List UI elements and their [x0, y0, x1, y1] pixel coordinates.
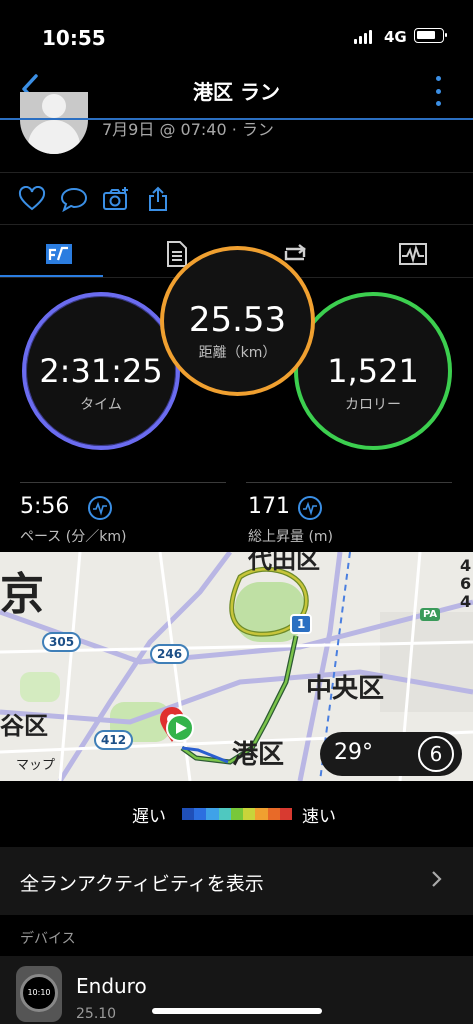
- device-version: 25.10: [76, 1006, 117, 1022]
- legend-slow-label: 遅い: [132, 807, 166, 827]
- parking-area-badge: PA: [420, 608, 441, 621]
- map-label-chiyoda: 代田区: [248, 552, 320, 574]
- avatar-body: [28, 120, 80, 154]
- legend-color-segment: [206, 808, 219, 820]
- distance-label: 距離（km）: [198, 345, 277, 361]
- share-icon: [149, 186, 167, 211]
- time-circle: 2:31:25 タイム: [22, 292, 180, 450]
- distance-value: 25.53: [188, 300, 287, 340]
- calories-value: 1,521: [327, 352, 419, 390]
- pace-label: ペース (分／km): [20, 529, 127, 545]
- legend-color-segment: [243, 808, 256, 820]
- legend-fast-label: 速い: [302, 807, 336, 827]
- route-shield-305: 305: [42, 632, 82, 652]
- tab-charts[interactable]: [354, 234, 472, 274]
- device-name: Enduro: [76, 974, 147, 998]
- avatar[interactable]: [20, 92, 88, 154]
- elevation-chart-icon[interactable]: [298, 496, 322, 520]
- chart-tab-icon: [399, 243, 427, 265]
- share-button[interactable]: [146, 186, 174, 212]
- route-shield-246: 246: [150, 644, 190, 664]
- map-edge-digit: 4: [460, 556, 472, 575]
- comment-icon: [60, 187, 88, 213]
- distance-circle: 25.53 距離（km）: [160, 246, 315, 396]
- details-tab-icon: [167, 241, 187, 267]
- more-menu-button[interactable]: [428, 76, 448, 106]
- map-label-shibuya: 谷区: [0, 712, 48, 740]
- route-shield-412: 412: [94, 730, 134, 750]
- weather-badge: 29° 6: [320, 732, 462, 776]
- legend-color-segment: [267, 808, 280, 820]
- apple-maps-attribution: マップ: [16, 758, 56, 773]
- tab-summary[interactable]: [0, 234, 118, 274]
- legend-color-segment: [230, 808, 244, 820]
- legend-color-segment: [194, 808, 207, 820]
- time-label: タイム: [80, 397, 122, 413]
- temperature: 29°: [334, 740, 373, 765]
- divider: [0, 224, 473, 225]
- legend-color-segment: [255, 808, 268, 820]
- all-run-activities-label: 全ランアクティビティを表示: [20, 873, 264, 895]
- legend-color-segment: [218, 808, 231, 820]
- like-button[interactable]: [18, 185, 46, 212]
- battery-icon: [414, 28, 447, 43]
- home-indicator[interactable]: [152, 1008, 322, 1014]
- map-edge-digit: 6: [460, 574, 472, 593]
- watch-icon: 10:10: [16, 966, 62, 1022]
- legend-color-segment: [182, 808, 195, 820]
- watch-face: 10:10: [20, 974, 58, 1012]
- status-time: 10:55: [42, 26, 106, 50]
- start-pin-icon: [166, 714, 194, 742]
- devices-section-header: デバイス: [20, 931, 76, 947]
- chevron-right-icon: [432, 871, 442, 887]
- pace-chart-icon[interactable]: [88, 496, 112, 520]
- map-label-minato: 港区: [232, 740, 285, 770]
- map-label-chuo: 中央区: [306, 674, 385, 704]
- route-shield-1: 1: [290, 614, 313, 634]
- avatar-head: [42, 94, 66, 118]
- legend-color-segment: [279, 808, 292, 820]
- signal-icon: [354, 30, 372, 44]
- divider: [246, 482, 452, 483]
- elevation-label: 総上昇量 (m): [248, 529, 334, 545]
- elevation-value: 171: [248, 494, 290, 519]
- divider: [20, 482, 226, 483]
- all-run-activities-row[interactable]: 全ランアクティビティを表示: [0, 847, 473, 915]
- map-edge-digit: 4: [460, 592, 472, 611]
- divider: [0, 172, 473, 173]
- camera-icon: [103, 187, 128, 210]
- comment-button[interactable]: [60, 186, 88, 213]
- map-label-kyo: 京: [0, 569, 44, 620]
- pace-value: 5:56: [20, 494, 70, 519]
- activity-date: 7月9日 @ 07:40 · ラン: [102, 120, 274, 139]
- calories-circle: 1,521 カロリー: [294, 292, 452, 450]
- network-type: 4G: [384, 28, 407, 46]
- wind-speed: 6: [418, 736, 454, 772]
- add-photo-button[interactable]: [102, 186, 130, 212]
- calories-label: カロリー: [345, 397, 401, 413]
- heart-icon: [18, 185, 46, 211]
- time-value: 2:31:25: [39, 352, 163, 390]
- summary-tab-icon: [46, 244, 72, 264]
- pace-color-legend: [182, 808, 292, 820]
